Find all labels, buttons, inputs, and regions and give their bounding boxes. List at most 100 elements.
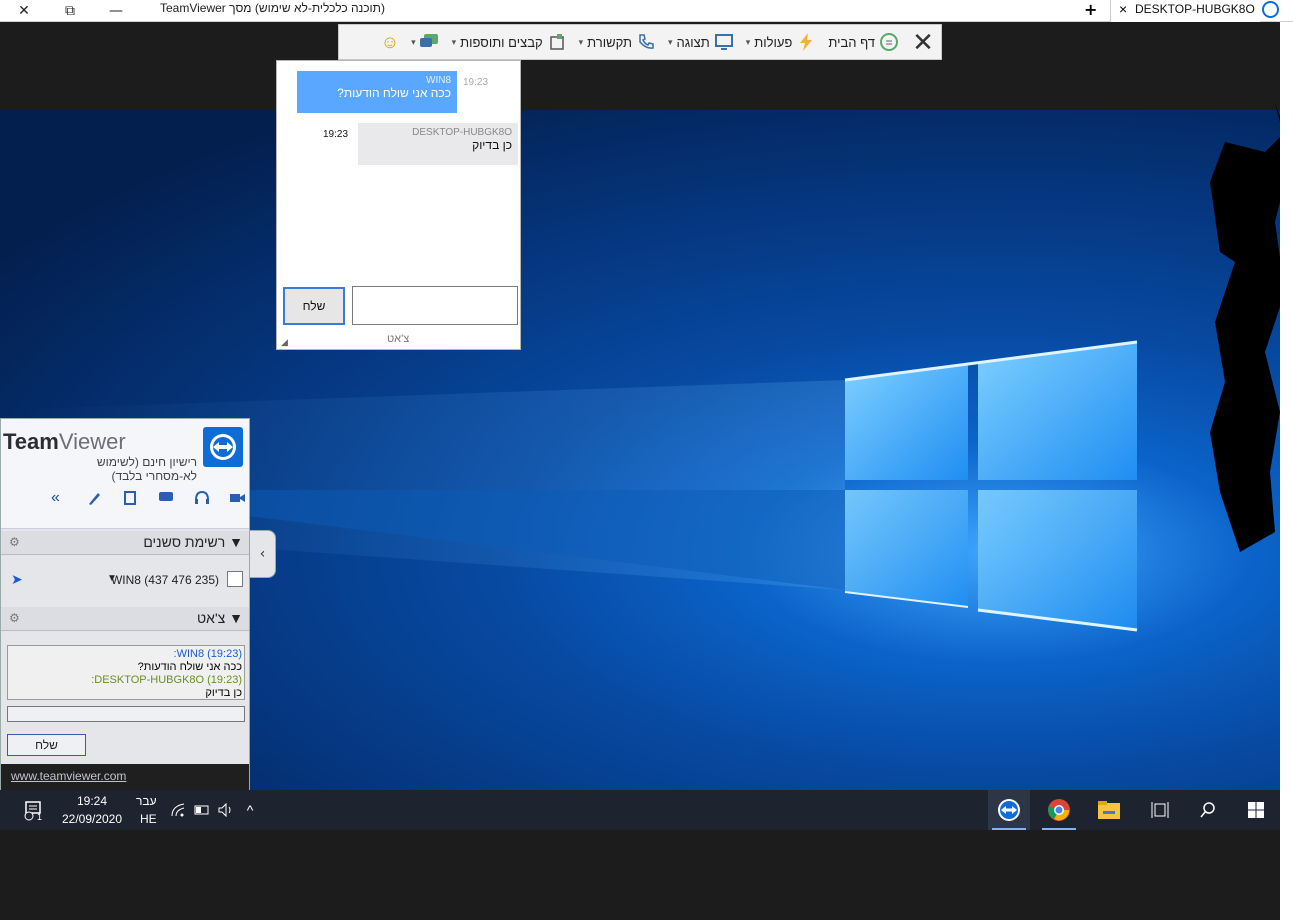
teamviewer-logo-icon xyxy=(203,427,243,467)
message-sender: DESKTOP-HUBGK8O xyxy=(412,127,512,138)
restore-window-button[interactable]: ⧉ xyxy=(50,0,90,22)
panel-header: TeamViewer רישיון חינם (לשימוש לא-מסחרי … xyxy=(1,419,249,529)
home-icon xyxy=(879,32,899,52)
smiley-icon: ☺ xyxy=(380,31,400,52)
chat-log-text: ככה אני שולח הודעות? xyxy=(137,661,242,673)
close-session-button[interactable]: ✕ xyxy=(905,25,941,59)
user-icon xyxy=(227,571,243,587)
message-bubble-received: DESKTOP-HUBGK8O כן בדיוק xyxy=(358,123,518,165)
chat-title: צ'אט xyxy=(197,610,226,626)
remote-bottom-area xyxy=(0,830,1280,920)
actions-menu[interactable]: פעולות ▾ xyxy=(740,25,823,59)
puzzle-icon xyxy=(547,32,567,52)
chat-icon[interactable] xyxy=(157,489,175,507)
message-bubble-sent: WIN8 ככה אני שולח הודעות? xyxy=(297,71,457,113)
message-text: כן בדיוק xyxy=(472,138,512,152)
monitor-icon xyxy=(714,32,734,52)
home-label: דף הבית xyxy=(828,34,875,50)
chrome-icon xyxy=(1048,799,1070,821)
chat-log-sender: WIN8 (19:23): xyxy=(173,648,242,660)
input-language[interactable]: עבר xyxy=(136,794,157,808)
chat-popup-label: צ'אט xyxy=(387,333,410,345)
files-label: קבצים ותוספות xyxy=(460,34,543,50)
session-tab[interactable]: × DESKTOP-HUBGK8O xyxy=(1110,0,1260,22)
view-label: תצוגה xyxy=(676,34,710,50)
message-text: ככה אני שולח הודעות? xyxy=(337,86,451,100)
tray-chevron-icon[interactable]: ^ xyxy=(240,790,260,830)
search-button[interactable] xyxy=(1188,790,1228,830)
clock-date[interactable]: 22/09/2020 xyxy=(56,812,128,826)
gear-icon[interactable]: ⚙ xyxy=(9,611,20,625)
chat-section-header[interactable]: ▼ צ'אט ⚙ xyxy=(1,607,249,631)
teamviewer-logo-icon xyxy=(1262,1,1279,18)
folder-icon xyxy=(1098,801,1120,819)
home-menu[interactable]: דף הבית xyxy=(822,25,905,59)
active-indicator xyxy=(992,828,1026,830)
emoji-button[interactable]: ☺ xyxy=(375,25,405,59)
lightning-icon xyxy=(796,32,816,52)
chevron-down-icon: ▾ xyxy=(745,36,751,47)
phone-icon xyxy=(636,32,656,52)
action-center-button[interactable]: 1 xyxy=(16,790,50,830)
collapse-button[interactable]: « xyxy=(51,489,69,507)
teamviewer-icon xyxy=(998,799,1020,821)
sessions-title: רשימת סשנים xyxy=(143,534,226,550)
taskbar-chrome[interactable] xyxy=(1038,790,1080,830)
restore-icon: ⧉ xyxy=(65,3,75,19)
video-icon[interactable] xyxy=(228,489,246,507)
resize-handle-icon[interactable]: ◢ xyxy=(281,337,288,348)
remote-toolbar: ✕ דף הבית פעולות ▾ תצוגה ▾ תקשורת ▾ קבצי… xyxy=(338,24,942,60)
sessions-section-header[interactable]: ▼ רשימת סשנים ⚙ xyxy=(1,531,249,555)
communicate-menu[interactable]: תקשורת ▾ xyxy=(573,25,662,59)
close-window-button[interactable]: ✕ xyxy=(4,0,44,22)
send-button[interactable]: שלח xyxy=(283,287,345,325)
view-menu[interactable]: תצוגה ▾ xyxy=(662,25,740,59)
windows-logo-icon xyxy=(1248,802,1264,818)
chevron-down-icon: ▾ xyxy=(451,36,457,47)
panel-toggle-tab[interactable]: ‹ xyxy=(250,530,276,578)
gear-icon[interactable]: ⚙ xyxy=(9,535,20,549)
session-label: WIN8 (437 476 235) xyxy=(110,573,219,587)
task-view-icon xyxy=(1151,802,1169,818)
taskbar-file-explorer[interactable] xyxy=(1088,790,1130,830)
headset-icon[interactable] xyxy=(193,489,211,507)
new-tab-button[interactable]: + xyxy=(1084,0,1097,19)
panel-send-button[interactable]: שלח xyxy=(7,734,86,756)
message-sender: WIN8 xyxy=(426,75,451,86)
files-menu[interactable]: קבצים ותוספות ▾ xyxy=(446,25,573,59)
app-window: ✕ ⧉ — (תוכנה כלכלית-לא שימוש) מסך TeamVi… xyxy=(0,0,1293,920)
panel-chat-input[interactable] xyxy=(7,706,245,722)
cursor-icon: ➤ xyxy=(11,571,23,587)
close-icon: ✕ xyxy=(912,26,934,57)
license-note: רישיון חינם (לשימוש לא-מסחרי בלבד) xyxy=(96,455,197,483)
volume-icon[interactable] xyxy=(216,790,236,830)
teamviewer-wordmark: TeamViewer xyxy=(3,429,126,454)
battery-icon[interactable] xyxy=(192,790,212,830)
wifi-icon[interactable] xyxy=(168,790,188,830)
website-link[interactable]: www.teamviewer.com xyxy=(1,764,249,790)
chat-menu[interactable]: ▾ xyxy=(405,25,446,59)
chat-message-input[interactable] xyxy=(352,286,518,325)
redaction-scribble xyxy=(1210,102,1280,552)
notification-count: 1 xyxy=(37,812,43,822)
teamviewer-panel: TeamViewer רישיון חינם (לשימוש לא-מסחרי … xyxy=(0,418,250,790)
task-view-button[interactable] xyxy=(1140,790,1180,830)
taskbar-teamviewer[interactable] xyxy=(988,790,1030,830)
communicate-label: תקשורת xyxy=(587,34,632,50)
session-item[interactable]: WIN8 (437 476 235) ▼ ➤ xyxy=(1,567,249,593)
file-transfer-icon[interactable] xyxy=(122,489,140,507)
input-language-code[interactable]: HE xyxy=(140,812,157,826)
window-title: (תוכנה כלכלית-לא שימוש) מסך TeamViewer xyxy=(160,1,385,15)
chevron-down-icon[interactable]: ▼ xyxy=(107,573,117,584)
minimize-window-button[interactable]: — xyxy=(96,0,136,22)
tab-close-button[interactable]: × xyxy=(1119,1,1127,17)
chevron-left-icon: ‹ xyxy=(259,546,266,562)
start-button[interactable] xyxy=(1236,790,1276,830)
active-indicator xyxy=(1042,828,1076,830)
whiteboard-icon[interactable] xyxy=(86,489,104,507)
chat-popup: 19:23 WIN8 ככה אני שולח הודעות? 19:23 DE… xyxy=(276,60,521,350)
clock-time[interactable]: 19:24 xyxy=(62,794,122,808)
tab-label: DESKTOP-HUBGK8O xyxy=(1135,2,1255,16)
search-icon xyxy=(1200,802,1215,818)
actions-label: פעולות xyxy=(754,34,793,50)
